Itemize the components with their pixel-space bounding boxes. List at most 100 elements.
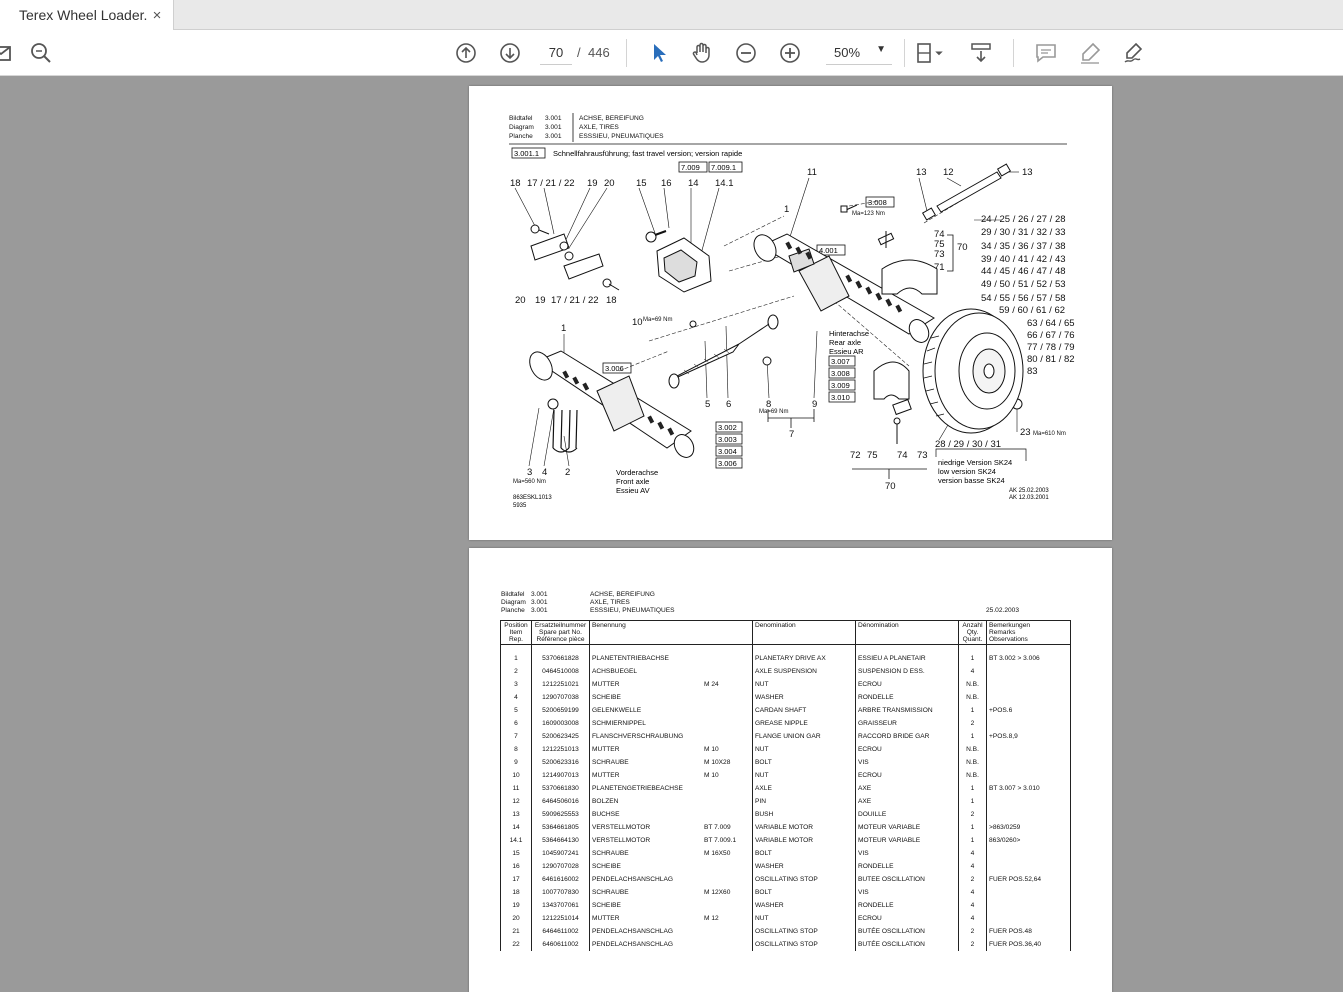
german-name: GELENKWELLE <box>592 706 642 714</box>
page-number-input[interactable] <box>540 41 572 65</box>
parts-list-page: Bildtafel 3.001 ACHSE, BEREIFUNG Diagram… <box>469 548 1112 992</box>
list-date: 25.02.2003 <box>986 607 1020 614</box>
chevron-down-icon[interactable] <box>930 38 948 68</box>
part-label: 11 <box>807 167 817 178</box>
header-number: 3.001 <box>531 599 548 606</box>
table-row: 2 0464510008 ACHSBUEGEL AXLE SUSPENSION SUSP… <box>500 664 1071 678</box>
table-cell: 7 <box>500 729 532 743</box>
german-name: MUTTER <box>592 914 620 922</box>
document-tab[interactable]: Terex Wheel Loader... × <box>0 0 174 30</box>
table-cell: 1 <box>958 781 987 795</box>
part-label: 73 <box>917 450 928 461</box>
toolbar: / 446 50% ▼ <box>0 30 1343 76</box>
table-cell <box>855 644 959 652</box>
header-number: 3.001 <box>531 607 548 614</box>
previous-page-icon[interactable] <box>451 38 481 68</box>
german-name: PENDELACHSANSCHLAG <box>592 940 673 948</box>
document-viewer[interactable]: Bildtafel 3.001 ACHSE, BEREIFUNG Diagram… <box>0 77 1343 992</box>
rear-axle-label: Hinterachse <box>829 329 869 338</box>
german-name: MUTTER <box>592 745 620 753</box>
zoom-select[interactable]: 50% ▼ <box>826 41 892 65</box>
table-cell: 5 <box>500 703 532 717</box>
table-cell: PIN <box>752 794 856 808</box>
axle-exploded-diagram: 3.001.1 Schnellfahrausführung; fast trav… <box>509 113 1075 509</box>
header-label: Planche <box>501 607 525 614</box>
ref-box: 3.002 <box>718 423 737 432</box>
comment-icon[interactable] <box>1031 38 1061 68</box>
header-description: AXLE, TIRES <box>590 599 630 606</box>
ref-box: 3.008 <box>868 198 887 207</box>
zoom-in-icon[interactable] <box>775 38 805 68</box>
mail-icon[interactable] <box>0 38 16 68</box>
table-cell: 11 <box>500 781 532 795</box>
german-name: PLANETENGETRIEBEACHSE <box>592 784 683 792</box>
part-spec: M 12 <box>704 914 719 922</box>
column-header-line: Dénomination <box>858 622 899 629</box>
table-cell: 2 <box>958 872 987 886</box>
table-cell <box>986 807 1071 821</box>
german-name: SCHRAUBE <box>592 888 629 896</box>
table-cell: OSCILLATING STOP <box>752 872 856 886</box>
hand-tool-icon[interactable] <box>687 38 717 68</box>
german-name: SCHMIERNIPPEL <box>592 719 646 727</box>
ref-box: 7.009 <box>681 163 700 172</box>
table-cell: BOLT <box>752 755 856 769</box>
table-cell: +POS.8,9 <box>986 729 1071 743</box>
zoom-out-icon[interactable] <box>731 38 761 68</box>
select-cursor-icon[interactable] <box>643 38 673 68</box>
table-cell <box>531 644 590 652</box>
table-cell <box>986 846 1071 860</box>
table-cell: SCHRAUBE M 10X28 <box>589 755 753 769</box>
header-label: Bildtafel <box>501 591 525 598</box>
search-icon[interactable] <box>26 38 56 68</box>
table-row: 19 1343707061 SCHEIBE WASHER RONDELLE 4 <box>500 898 1071 912</box>
tire-label: 59 / 60 / 61 / 62 <box>999 305 1065 316</box>
table-cell: VIS <box>855 885 959 899</box>
table-cell: AXE <box>855 794 959 808</box>
column-header-line: Quant. <box>962 636 983 643</box>
table-cell: N.B. <box>958 742 987 756</box>
table-cell: 1 <box>958 651 987 665</box>
table-cell: 1 <box>958 820 987 834</box>
next-page-icon[interactable] <box>495 38 525 68</box>
sign-icon[interactable] <box>1119 38 1149 68</box>
table-row: 5 5200659199 GELENKWELLE CARDAN SHAFT ARBRE … <box>500 703 1071 717</box>
column-header: Ersatzteilnummer Spare part No. Référence … <box>531 620 590 645</box>
fast-travel-text: Schnellfahrausführung; fast travel versi… <box>553 149 742 158</box>
table-cell: N.B. <box>958 677 987 691</box>
table-cell: MUTTER M 12 <box>589 911 753 925</box>
tire-label: 44 / 45 / 46 / 47 / 48 <box>981 266 1066 277</box>
part-spec: M 12X60 <box>704 888 731 896</box>
highlight-pen-icon[interactable] <box>1075 38 1105 68</box>
table-row: 12 6464506016 BOLZEN PIN AXE 1 <box>500 794 1071 808</box>
low-version-label: niedrige Version SK24 <box>938 458 1012 467</box>
part-label: 75 <box>867 450 878 461</box>
table-row: 9 5200623316 SCHRAUBE M 10X28 BOLT VIS N.B. <box>500 755 1071 769</box>
part-label: 19 <box>587 178 598 189</box>
table-cell: NUT <box>752 677 856 691</box>
toolbar-divider <box>626 39 627 67</box>
german-name: SCHEIBE <box>592 693 621 701</box>
table-cell: SCHMIERNIPPEL <box>589 716 753 730</box>
table-row: 20 1212251014 MUTTER M 12 NUT ECROU 4 <box>500 911 1071 925</box>
table-cell: BUCHSE <box>589 807 753 821</box>
table-cell: 1 <box>958 703 987 717</box>
close-icon[interactable]: × <box>147 7 167 24</box>
part-label: 9 <box>812 399 817 410</box>
table-cell <box>986 677 1071 691</box>
table-cell: 4 <box>500 690 532 704</box>
part-label: 16 <box>661 178 672 189</box>
table-cell: ECROU <box>855 742 959 756</box>
table-cell: RONDELLE <box>855 859 959 873</box>
table-cell: 17 <box>500 872 532 886</box>
scroll-mode-icon[interactable] <box>966 38 996 68</box>
table-cell: 14.1 <box>500 833 532 847</box>
table-row: 15 1045907241 SCHRAUBE M 16X50 BOLT VIS 4 <box>500 846 1071 860</box>
table-cell: 10 <box>500 768 532 782</box>
column-header-line: Référence pièce <box>536 636 585 643</box>
parts-list-header: Bildtafel 3.001 ACHSE, BEREIFUNG Diagram… <box>501 591 1101 617</box>
table-cell: N.B. <box>958 690 987 704</box>
header-label: Diagram <box>501 599 526 606</box>
german-name: VERSTELLMOTOR <box>592 836 651 844</box>
rear-axle-label: Essieu AR <box>829 347 864 356</box>
